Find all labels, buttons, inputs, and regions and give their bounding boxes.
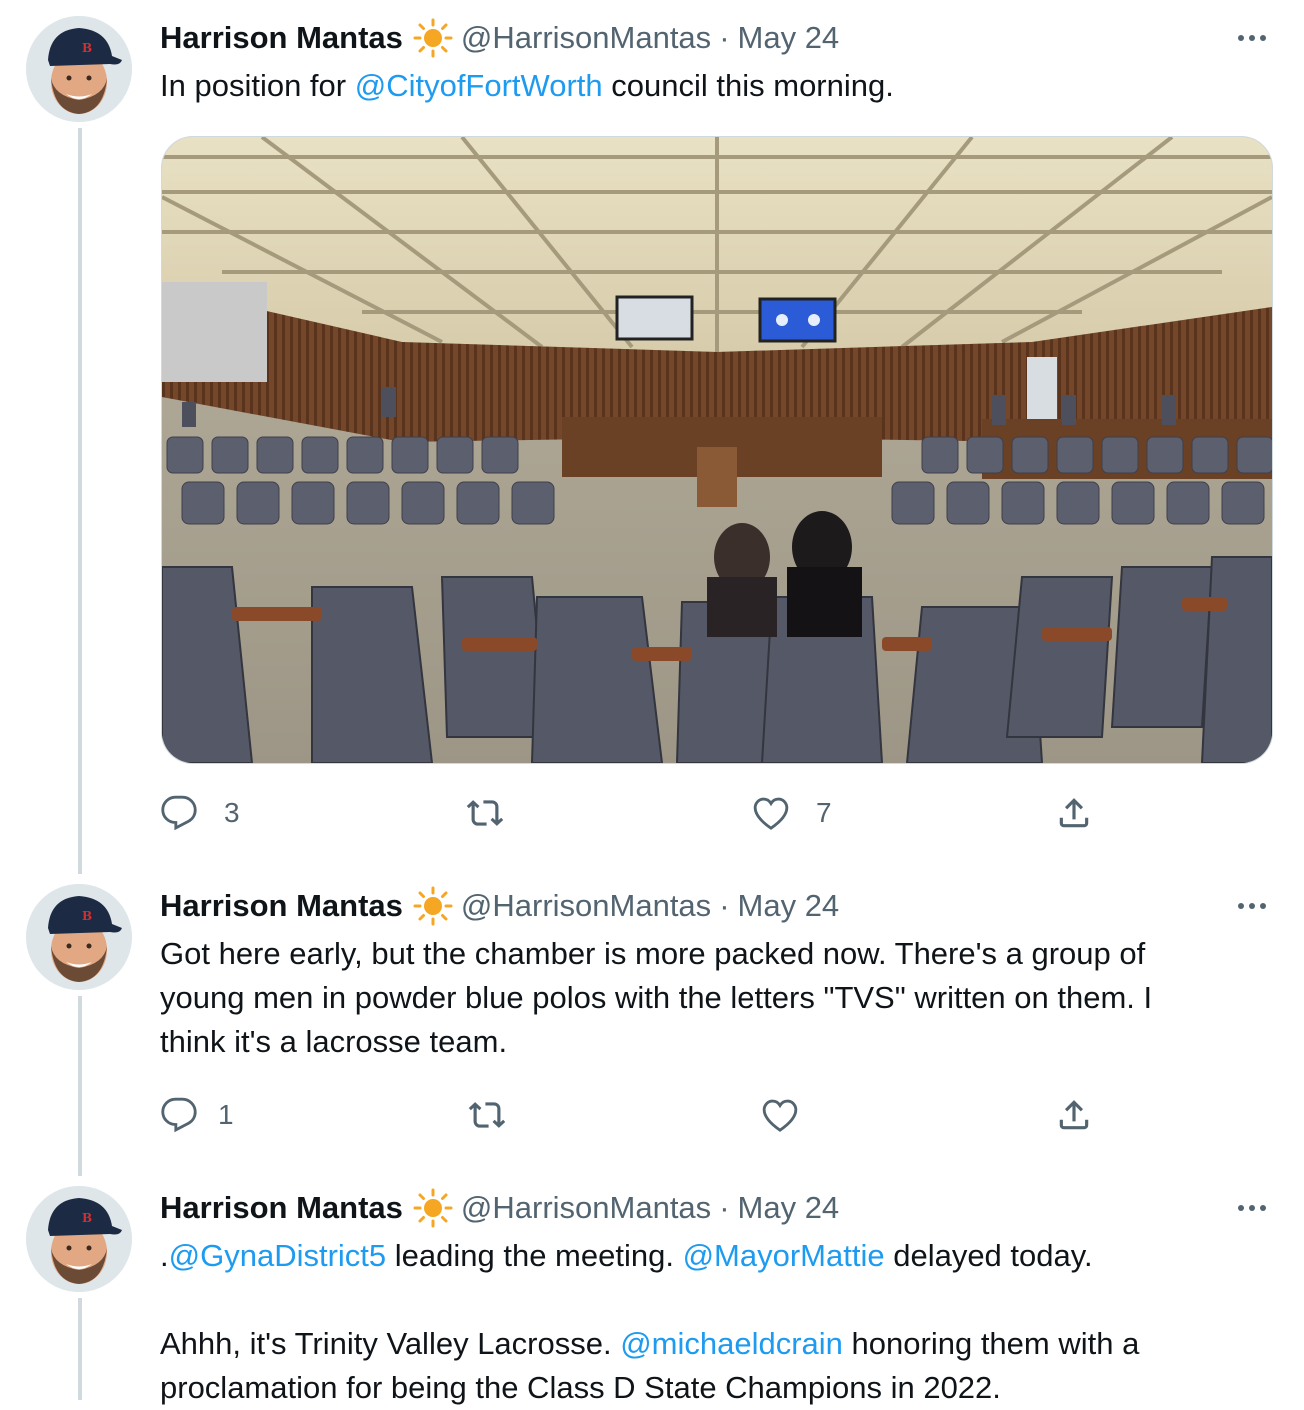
separator-dot: · xyxy=(719,20,730,55)
tweet-text-line: .@GynaDistrict5 leading the meeting. @Ma… xyxy=(160,1234,1260,1278)
author-name[interactable]: Harrison Mantas xyxy=(160,888,403,924)
tweet[interactable]: B Harrison Mantas @HarrisonMantas · May … xyxy=(0,0,1304,860)
author-handle[interactable]: @HarrisonMantas xyxy=(461,1190,711,1226)
tweet-actions: 3 7 xyxy=(160,788,1100,838)
heart-icon xyxy=(752,794,790,832)
mention-link[interactable]: @MayorMattie xyxy=(683,1238,885,1273)
tweet-text-segment: leading the meeting. xyxy=(386,1238,683,1273)
svg-text:B: B xyxy=(82,909,92,923)
author-name[interactable]: Harrison Mantas xyxy=(160,20,403,56)
tweet-header: Harrison Mantas @HarrisonMantas · May 24 xyxy=(160,884,839,928)
tweet-text-line: proclamation for being the Class D State… xyxy=(160,1370,1001,1405)
mention-link[interactable]: @CityofFortWorth xyxy=(355,68,603,103)
avatar[interactable]: B xyxy=(26,884,132,990)
author-name[interactable]: Harrison Mantas xyxy=(160,1190,403,1226)
sun-emoji-icon xyxy=(413,18,453,58)
tweet-date[interactable]: May 24 xyxy=(738,888,840,924)
tweet[interactable]: B Harrison Mantas @HarrisonMantas · May … xyxy=(0,870,1304,1170)
tweet-text: .@GynaDistrict5 leading the meeting. @Ma… xyxy=(160,1234,1260,1410)
separator-dot: · xyxy=(719,1190,730,1225)
share-button[interactable] xyxy=(1055,1090,1093,1140)
tweet-text-segment: council this morning. xyxy=(602,68,894,103)
avatar[interactable]: B xyxy=(26,1186,132,1292)
tweet-date[interactable]: May 24 xyxy=(738,20,840,56)
tweet-actions: 1 xyxy=(160,1090,1100,1140)
mention-link[interactable]: @GynaDistrict5 xyxy=(169,1238,387,1273)
tweet-text: Got here early, but the chamber is more … xyxy=(160,932,1260,1064)
tweet-text-segment: delayed today. xyxy=(884,1238,1093,1273)
tweet-header: Harrison Mantas @HarrisonMantas · May 24 xyxy=(160,1186,839,1230)
retweet-button[interactable] xyxy=(466,788,504,838)
share-button[interactable] xyxy=(1055,788,1093,838)
author-handle[interactable]: @HarrisonMantas xyxy=(461,888,711,924)
tweet-date[interactable]: May 24 xyxy=(738,1190,840,1226)
svg-text:B: B xyxy=(82,1211,92,1225)
retweet-icon xyxy=(466,794,504,832)
like-count: 7 xyxy=(816,797,832,828)
tweet[interactable]: B Harrison Mantas @HarrisonMantas · May … xyxy=(0,1172,1304,1405)
share-icon xyxy=(1055,1096,1093,1134)
like-button[interactable] xyxy=(761,1090,799,1140)
reply-count: 1 xyxy=(218,1099,234,1130)
separator-dot: · xyxy=(719,888,730,923)
tweet-text-line: Got here early, but the chamber is more … xyxy=(160,936,1146,971)
reply-icon xyxy=(160,794,198,832)
tweet-text-line: Ahhh, it's Trinity Valley Lacrosse. @mic… xyxy=(160,1322,1260,1366)
tweet-text-line: young men in powder blue polos with the … xyxy=(160,980,1153,1015)
avatar[interactable]: B xyxy=(26,16,132,122)
like-button[interactable]: 7 xyxy=(752,788,832,838)
more-dots-icon[interactable] xyxy=(1232,886,1272,926)
sun-emoji-icon xyxy=(413,1188,453,1228)
more-dots-icon[interactable] xyxy=(1232,1188,1272,1228)
share-icon xyxy=(1055,794,1093,832)
sun-emoji-icon xyxy=(413,886,453,926)
reply-button[interactable]: 3 xyxy=(160,788,240,838)
tweet-text-segment: . xyxy=(160,1238,169,1273)
mention-link[interactable]: @michaeldcrain xyxy=(620,1326,843,1361)
reply-icon xyxy=(160,1096,198,1134)
svg-text:B: B xyxy=(82,41,92,55)
tweet-text: In position for @CityofFortWorth council… xyxy=(160,64,1260,108)
retweet-button[interactable] xyxy=(468,1090,506,1140)
council-chamber-photo[interactable] xyxy=(161,136,1273,764)
tweet-text-segment: Ahhh, it's Trinity Valley Lacrosse. xyxy=(160,1326,621,1361)
reply-button[interactable]: 1 xyxy=(160,1090,234,1140)
heart-icon xyxy=(761,1096,799,1134)
more-dots-icon[interactable] xyxy=(1232,18,1272,58)
author-handle[interactable]: @HarrisonMantas xyxy=(461,20,711,56)
retweet-icon xyxy=(468,1096,506,1134)
tweet-text-segment: honoring them with a xyxy=(842,1326,1140,1361)
tweet-header: Harrison Mantas @HarrisonMantas · May 24 xyxy=(160,16,839,60)
tweet-text-line: think it's a lacrosse team. xyxy=(160,1024,508,1059)
tweet-text-segment: In position for xyxy=(160,68,355,103)
reply-count: 3 xyxy=(224,797,240,828)
